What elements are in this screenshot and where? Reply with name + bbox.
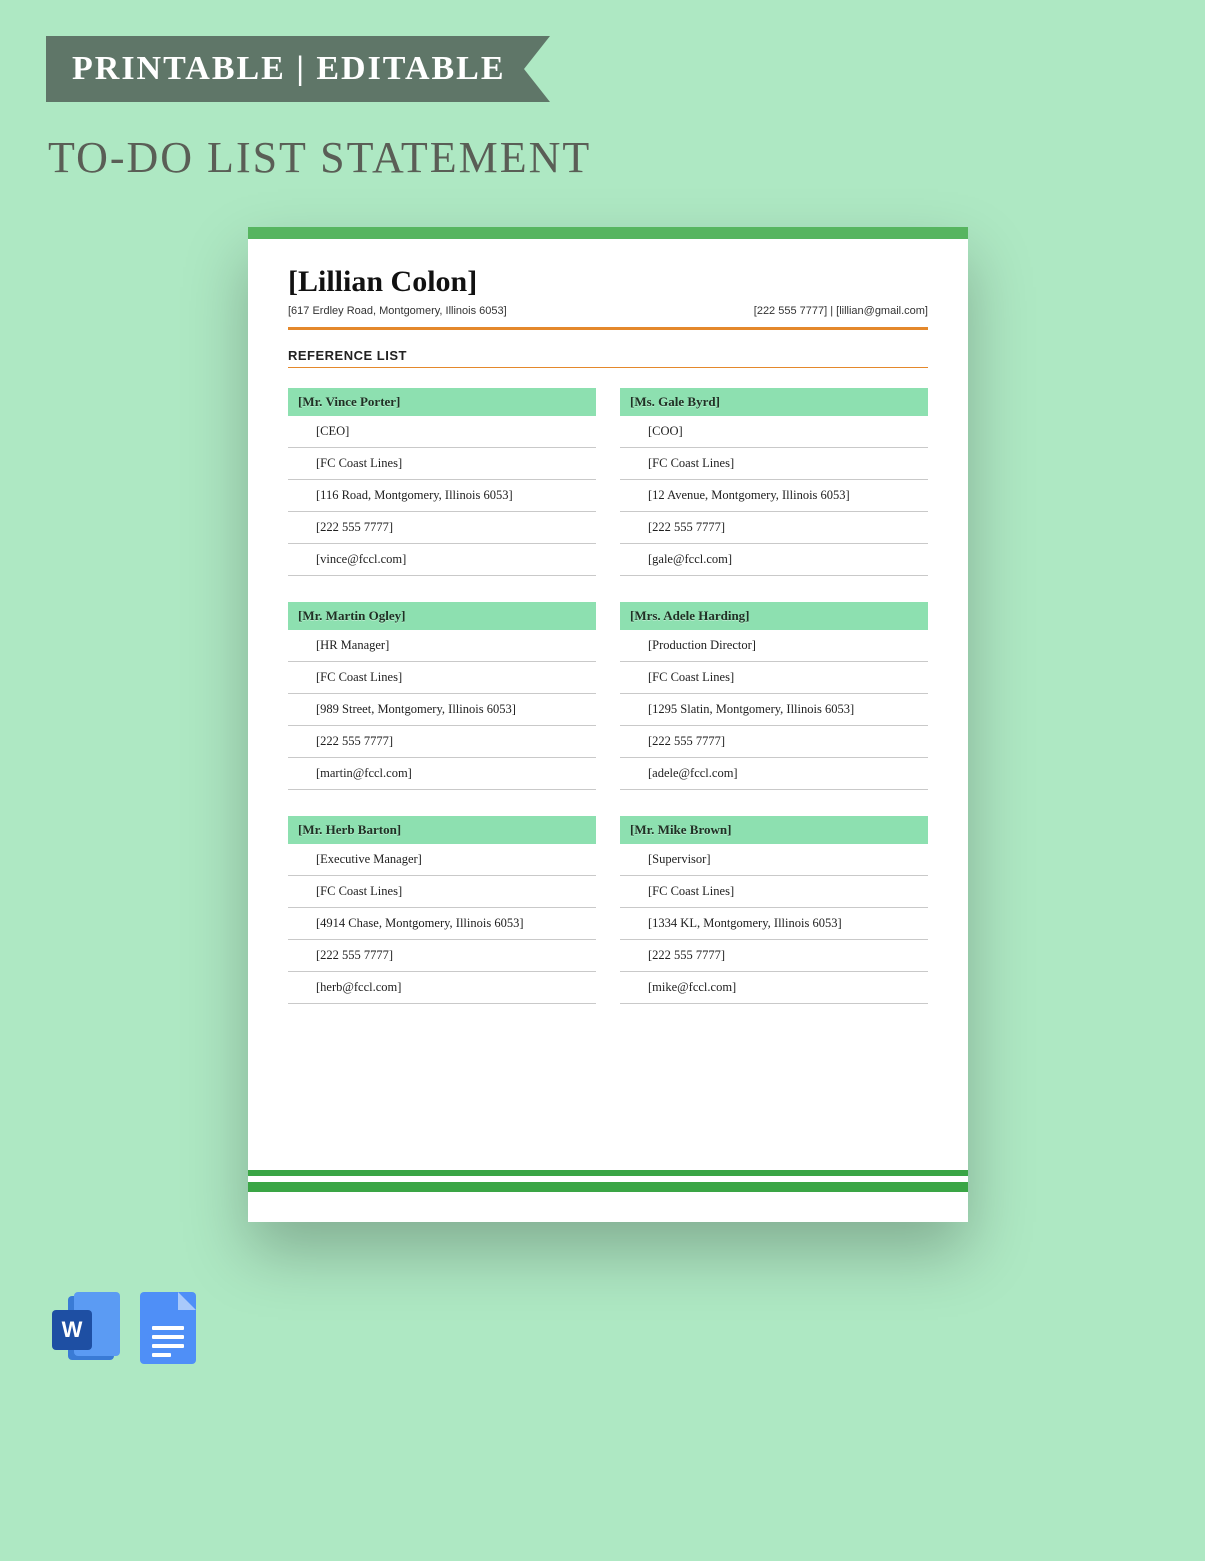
reference-field: [Executive Manager] [288,844,596,876]
reference-card: [Mr. Mike Brown][Supervisor][FC Coast Li… [620,816,928,1004]
reference-field: [FC Coast Lines] [288,662,596,694]
word-badge-letter: W [52,1310,92,1350]
reference-field: [mike@fccl.com] [620,972,928,1004]
google-docs-icon [140,1292,196,1364]
reference-field: [222 555 7777] [288,726,596,758]
ms-word-icon: W [52,1292,124,1364]
reference-field: [222 555 7777] [288,940,596,972]
reference-card: [Mr. Vince Porter][CEO][FC Coast Lines][… [288,388,596,576]
reference-card: [Mr. Martin Ogley][HR Manager][FC Coast … [288,602,596,790]
reference-card: [Mr. Herb Barton][Executive Manager][FC … [288,816,596,1004]
reference-field: [Supervisor] [620,844,928,876]
page-title: TO-DO LIST STATEMENT [48,132,1205,183]
reference-field: [12 Avenue, Montgomery, Illinois 6053] [620,480,928,512]
reference-field: [222 555 7777] [620,726,928,758]
bottom-accent-bars [248,1170,968,1192]
reference-field: [Production Director] [620,630,928,662]
reference-field: [vince@fccl.com] [288,544,596,576]
format-icons: W [52,1292,1205,1364]
reference-name: [Mr. Mike Brown] [620,816,928,844]
reference-field: [4914 Chase, Montgomery, Illinois 6053] [288,908,596,940]
contact-text: [222 555 7777] | [lillian@gmail.com] [754,305,928,317]
address-text: [617 Erdley Road, Montgomery, Illinois 6… [288,305,507,317]
divider-thin [288,367,928,368]
reference-field: [1334 KL, Montgomery, Illinois 6053] [620,908,928,940]
reference-field: [gale@fccl.com] [620,544,928,576]
reference-field: [FC Coast Lines] [288,876,596,908]
reference-field: [222 555 7777] [288,512,596,544]
reference-field: [FC Coast Lines] [288,448,596,480]
reference-field: [1295 Slatin, Montgomery, Illinois 6053] [620,694,928,726]
top-accent-bar [248,227,968,239]
reference-field: [FC Coast Lines] [620,448,928,480]
reference-name: [Mrs. Adele Harding] [620,602,928,630]
divider-thick [288,327,928,330]
reference-field: [116 Road, Montgomery, Illinois 6053] [288,480,596,512]
reference-field: [herb@fccl.com] [288,972,596,1004]
reference-field: [adele@fccl.com] [620,758,928,790]
reference-field: [FC Coast Lines] [620,662,928,694]
ribbon-badge: PRINTABLE | EDITABLE [46,36,550,102]
reference-field: [HR Manager] [288,630,596,662]
reference-grid: [Mr. Vince Porter][CEO][FC Coast Lines][… [288,388,928,1030]
reference-name: [Mr. Martin Ogley] [288,602,596,630]
document-sheet: [Lillian Colon] [617 Erdley Road, Montgo… [248,227,968,1222]
reference-field: [989 Street, Montgomery, Illinois 6053] [288,694,596,726]
reference-name: [Mr. Vince Porter] [288,388,596,416]
contact-row: [617 Erdley Road, Montgomery, Illinois 6… [288,305,928,317]
reference-name: [Mr. Herb Barton] [288,816,596,844]
reference-field: [222 555 7777] [620,512,928,544]
reference-field: [martin@fccl.com] [288,758,596,790]
reference-field: [COO] [620,416,928,448]
section-title: REFERENCE LIST [288,348,928,363]
reference-card: [Mrs. Adele Harding][Production Director… [620,602,928,790]
reference-name: [Ms. Gale Byrd] [620,388,928,416]
person-name: [Lillian Colon] [288,265,928,299]
reference-field: [CEO] [288,416,596,448]
reference-field: [FC Coast Lines] [620,876,928,908]
reference-card: [Ms. Gale Byrd][COO][FC Coast Lines][12 … [620,388,928,576]
reference-field: [222 555 7777] [620,940,928,972]
